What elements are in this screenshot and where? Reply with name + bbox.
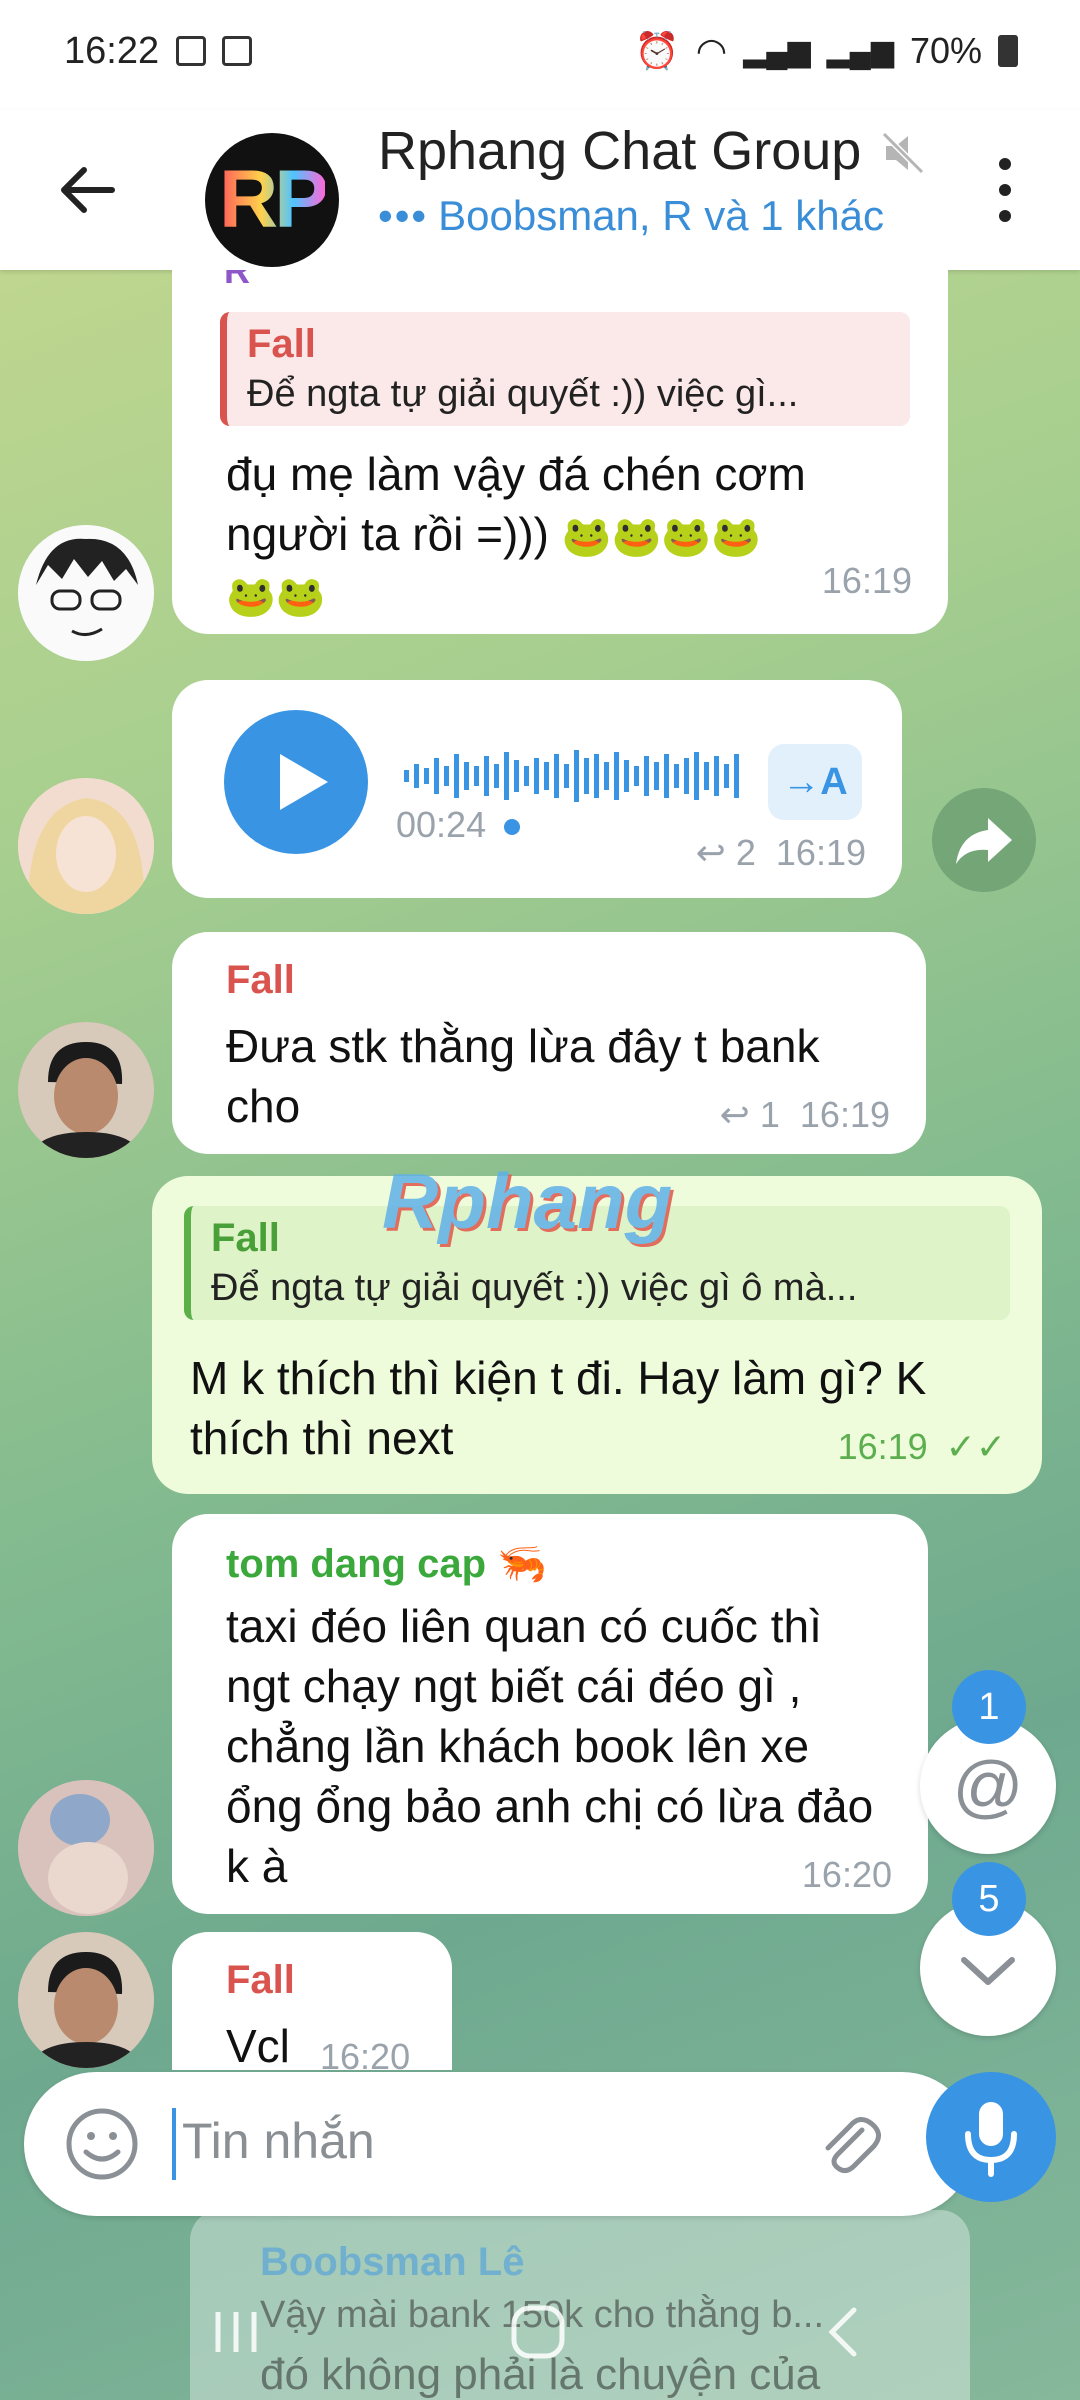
- group-subtitle: ••• Boobsman, R và 1 khác: [378, 192, 885, 239]
- message-text: đụ mẹ làm vậy đá chén cơm người ta rồi =…: [226, 444, 906, 627]
- back-arrow-icon[interactable]: [52, 155, 122, 225]
- group-title[interactable]: Rphang Chat Group: [378, 120, 918, 182]
- sender-name: Fall: [226, 1958, 295, 2002]
- quote-author: Fall: [247, 322, 316, 366]
- sender-name: R: [224, 270, 250, 291]
- message-time: 16:19: [799, 1094, 890, 1135]
- message-bubble[interactable]: Fall Vcl 16:20: [172, 1932, 452, 2070]
- signal-icon-2: ▂▄▆: [826, 34, 894, 68]
- voice-duration: 00:24: [396, 804, 521, 846]
- message-bubble[interactable]: R Fall Để ngta tự giải quyết :)) việc gì…: [172, 270, 948, 634]
- message-list[interactable]: R Fall Để ngta tự giải quyết :)) việc gì…: [0, 270, 1080, 2070]
- wifi-icon: ◠: [695, 30, 728, 71]
- reply-count: 1: [759, 1094, 780, 1135]
- message-bubble[interactable]: Fall Đưa stk thằng lừa đây t bank cho ↩ …: [172, 932, 926, 1154]
- microphone-icon: [965, 2102, 1017, 2177]
- play-icon: [280, 754, 328, 810]
- status-bar: 16:22 ⏰ ◠ ▂▄▆ ▂▄▆ 70%: [0, 0, 1080, 110]
- reply-count: 2: [735, 832, 756, 873]
- calendar-icon: [222, 36, 252, 66]
- mute-icon: [881, 131, 925, 175]
- message-time: 16:19: [821, 560, 912, 601]
- message-time: 16:20: [320, 2036, 411, 2070]
- message-meta: 16:19 ✓✓: [838, 1426, 1006, 1468]
- back-nav-icon[interactable]: [816, 2300, 872, 2364]
- sender-name: Fall: [226, 958, 295, 1002]
- forward-icon: [956, 818, 1012, 864]
- home-icon[interactable]: [506, 2300, 570, 2364]
- system-nav-bar: [0, 2270, 1080, 2400]
- signal-icon: ▂▄▆: [743, 34, 811, 68]
- avatar[interactable]: [18, 1780, 154, 1916]
- alarm-icon: ⏰: [634, 30, 680, 71]
- reply-arrow-icon: ↩: [695, 832, 726, 873]
- avatar[interactable]: [18, 778, 154, 914]
- message-input-bar: Tin nhắn: [24, 2072, 974, 2216]
- forward-button[interactable]: [932, 788, 1036, 892]
- emoji-icon[interactable]: [64, 2106, 140, 2182]
- watermark-logo: Rphang: [382, 1157, 673, 1245]
- text-caret: [172, 2108, 176, 2180]
- avatar[interactable]: [18, 1022, 154, 1158]
- battery-icon: [998, 35, 1018, 67]
- transcribe-button[interactable]: →A: [768, 744, 862, 820]
- recent-apps-icon[interactable]: [206, 2302, 266, 2362]
- message-input[interactable]: Tin nhắn: [182, 2112, 375, 2170]
- message-meta: ↩ 2 16:19: [696, 832, 866, 874]
- chat-header: RP Rphang Chat Group ••• Boobsman, R và 1…: [0, 110, 1080, 270]
- outgoing-message-bubble[interactable]: Fall Để ngta tự giải quyết :)) việc gì ô…: [152, 1157, 1042, 1494]
- message-text: Vcl: [226, 2020, 290, 2070]
- quote-text: Để ngta tự giải quyết :)) việc gì...: [247, 373, 799, 415]
- battery-percent: 70%: [909, 30, 982, 71]
- sender-name: tom dang cap 🦐: [226, 1542, 547, 1586]
- sticker-emoji-row: 🐸🐸🐸🐸: [561, 515, 761, 559]
- message-time: 16:19: [837, 1426, 928, 1467]
- reply-arrow-icon: ↩: [719, 1094, 750, 1135]
- message-meta: ↩ 1 16:19: [720, 1094, 890, 1136]
- mentions-badge: 1: [952, 1670, 1026, 1744]
- group-avatar[interactable]: RP: [205, 133, 339, 267]
- unread-badge: 5: [952, 1862, 1026, 1936]
- typing-indicator: •••: [378, 192, 429, 239]
- message-time: 16:19: [775, 832, 866, 873]
- attach-icon[interactable]: [810, 2106, 886, 2182]
- message-bubble[interactable]: tom dang cap 🦐 taxi đéo liên quan có cuố…: [172, 1514, 928, 1914]
- message-time: 16:20: [801, 1854, 892, 1895]
- play-button[interactable]: [224, 710, 368, 854]
- image-icon: [176, 36, 206, 66]
- unplayed-dot: [504, 819, 521, 836]
- avatar[interactable]: [18, 525, 154, 661]
- avatar[interactable]: [18, 1932, 154, 2068]
- shrimp-emoji: 🦐: [497, 1542, 547, 1586]
- more-options-icon[interactable]: [990, 150, 1020, 230]
- reply-quote[interactable]: Fall Để ngta tự giải quyết :)) việc gì..…: [220, 312, 910, 426]
- message-text: taxi đéo liên quan có cuốc thì ngt chạy …: [226, 1600, 874, 1892]
- voice-message-bubble[interactable]: →A 00:24 ↩ 2 16:19: [172, 680, 902, 898]
- quote-text: Để ngta tự giải quyết :)) việc gì ô mà..…: [211, 1267, 858, 1309]
- voice-record-button[interactable]: [926, 2072, 1056, 2202]
- read-checkmarks-icon: ✓✓: [945, 1426, 1006, 1467]
- status-time: 16:22: [64, 30, 160, 72]
- sticker-emoji-row-2: 🐸🐸: [226, 575, 326, 619]
